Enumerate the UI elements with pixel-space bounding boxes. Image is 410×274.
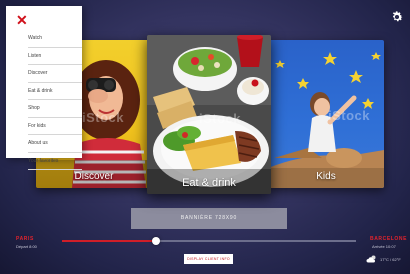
close-icon[interactable]: ✕ [16, 13, 28, 27]
origin-time: Départ 8:00 [16, 244, 37, 249]
menu-item-eat-drink[interactable]: Eat & drink [28, 83, 82, 100]
flight-progress-bar [62, 237, 356, 245]
menu-item-discover[interactable]: Discover [28, 65, 82, 83]
card-label-kids: Kids [316, 171, 336, 182]
menu-item-watch[interactable]: Watch [28, 30, 82, 48]
display-client-info-button[interactable]: DISPLAY CLIENT INFO [184, 254, 233, 264]
plane-position-marker [152, 237, 161, 245]
destination-city: BARCELONE [370, 236, 408, 242]
menu-item-about-us[interactable]: About us [28, 135, 82, 153]
cloud-sun-icon [366, 255, 376, 263]
ad-banner[interactable]: BANNIÈRE 728X90 [131, 208, 287, 229]
card-kids[interactable]: iStock Kids [268, 40, 384, 188]
navigation-menu: ✕ Watch Listen Discover Eat & drink Shop… [6, 6, 82, 170]
gear-icon[interactable] [390, 10, 404, 24]
menu-item-for-kids[interactable]: For kids [28, 118, 82, 135]
menu-item-favorites[interactable]: Your favorites [28, 153, 82, 170]
flight-progress-fill [62, 240, 157, 242]
card-label-eat-drink: Eat & drink [182, 177, 236, 189]
card-label-discover: Discover [74, 171, 114, 182]
watermark-eat-drink: iStock [199, 111, 242, 126]
menu-item-shop[interactable]: Shop [28, 100, 82, 118]
destination-time: Arrivée 10:07 [372, 244, 396, 249]
card-eat-drink[interactable]: iStock Eat & drink [147, 35, 271, 194]
origin-city: PARIS [16, 236, 34, 242]
menu-item-listen[interactable]: Listen [28, 48, 82, 65]
watermark-kids: iStock [328, 108, 371, 123]
watermark-discover: iStock [82, 110, 125, 125]
menu-list: Watch Listen Discover Eat & drink Shop F… [28, 30, 82, 170]
weather-temperature: 17°C / 62°F [380, 257, 401, 262]
